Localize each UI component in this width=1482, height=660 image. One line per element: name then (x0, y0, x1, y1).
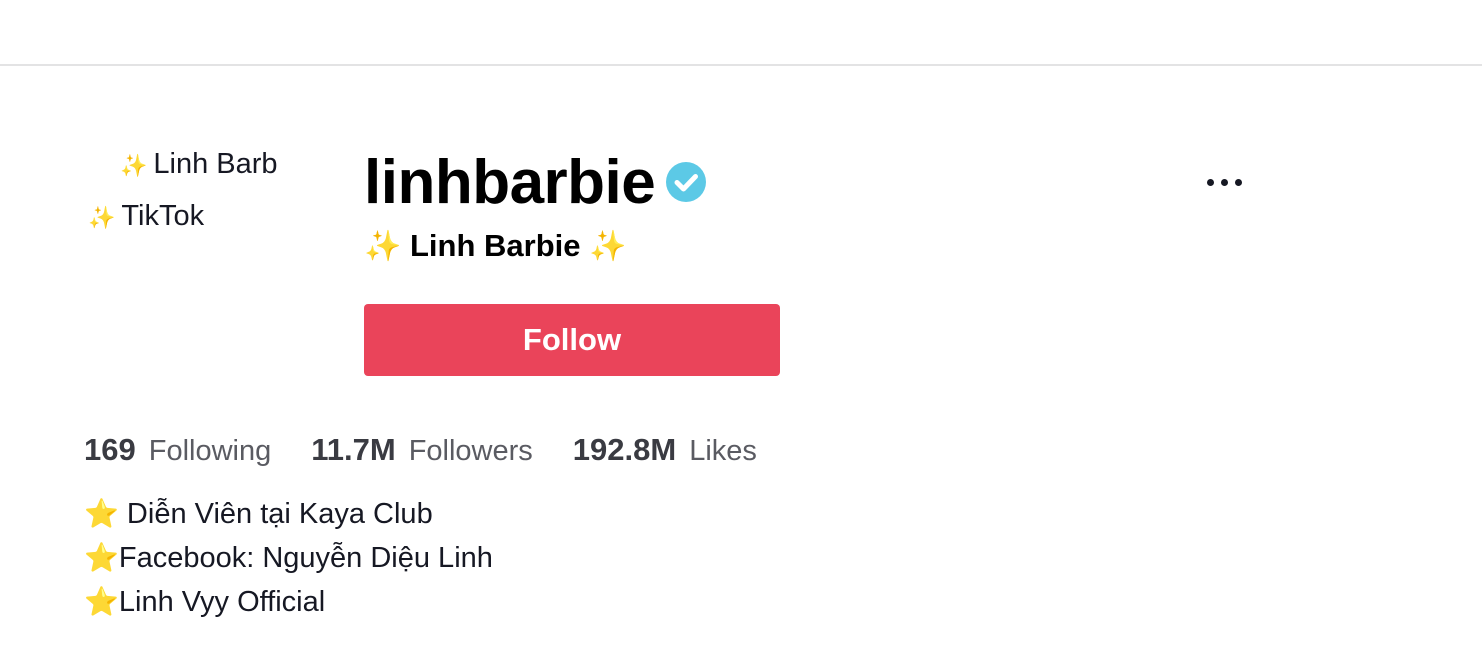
profile-username: linhbarbie (364, 147, 656, 217)
verified-badge-icon (665, 161, 707, 203)
profile-nickname: ✨ Linh Barbie ✨ (364, 228, 627, 263)
sparkle-icon: ✨ (88, 205, 116, 230)
avatar-alt-text-line1: ✨ Linh Barb (120, 148, 278, 180)
follow-button[interactable]: Follow (364, 304, 780, 376)
star-icon: ⭐ (84, 498, 119, 529)
top-navigation-bar (0, 0, 1482, 66)
star-icon: ⭐ (84, 542, 119, 573)
sparkle-icon: ✨ (120, 153, 148, 178)
more-options-icon[interactable] (1196, 162, 1252, 202)
likes-count: 192.8M (572, 432, 677, 467)
username-row: linhbarbie (364, 142, 707, 222)
followers-label: Followers (408, 435, 533, 467)
profile-stats: 169 Following 11.7M Followers 192.8M Lik… (84, 424, 797, 476)
bio-line: ⭐ Diễn Viên tại Kaya Club (84, 498, 433, 530)
dot (1234, 178, 1242, 186)
stat-likes: 192.8M Likes (573, 432, 757, 468)
followers-count: 11.7M (311, 432, 396, 467)
avatar: ✨ Linh Barb ✨ TikTok (88, 146, 292, 246)
stat-following[interactable]: 169 Following (84, 432, 271, 468)
dot (1206, 178, 1214, 186)
following-label: Following (148, 435, 272, 467)
likes-label: Likes (689, 435, 757, 467)
following-count: 169 (84, 432, 136, 467)
avatar-alt-text-line2: ✨ TikTok (88, 200, 205, 232)
bio-line: ⭐Facebook: Nguyễn Diệu Linh (84, 542, 493, 574)
profile-bio: ⭐ Diễn Viên tại Kaya Club ⭐Facebook: Ngu… (84, 494, 493, 626)
stat-followers[interactable]: 11.7M Followers (311, 432, 533, 468)
dot (1220, 178, 1228, 186)
bio-line: ⭐Linh Vyy Official (84, 586, 326, 618)
sparkle-icon: ✨ (364, 230, 402, 263)
star-icon: ⭐ (84, 586, 119, 617)
sparkle-icon: ✨ (589, 230, 627, 263)
